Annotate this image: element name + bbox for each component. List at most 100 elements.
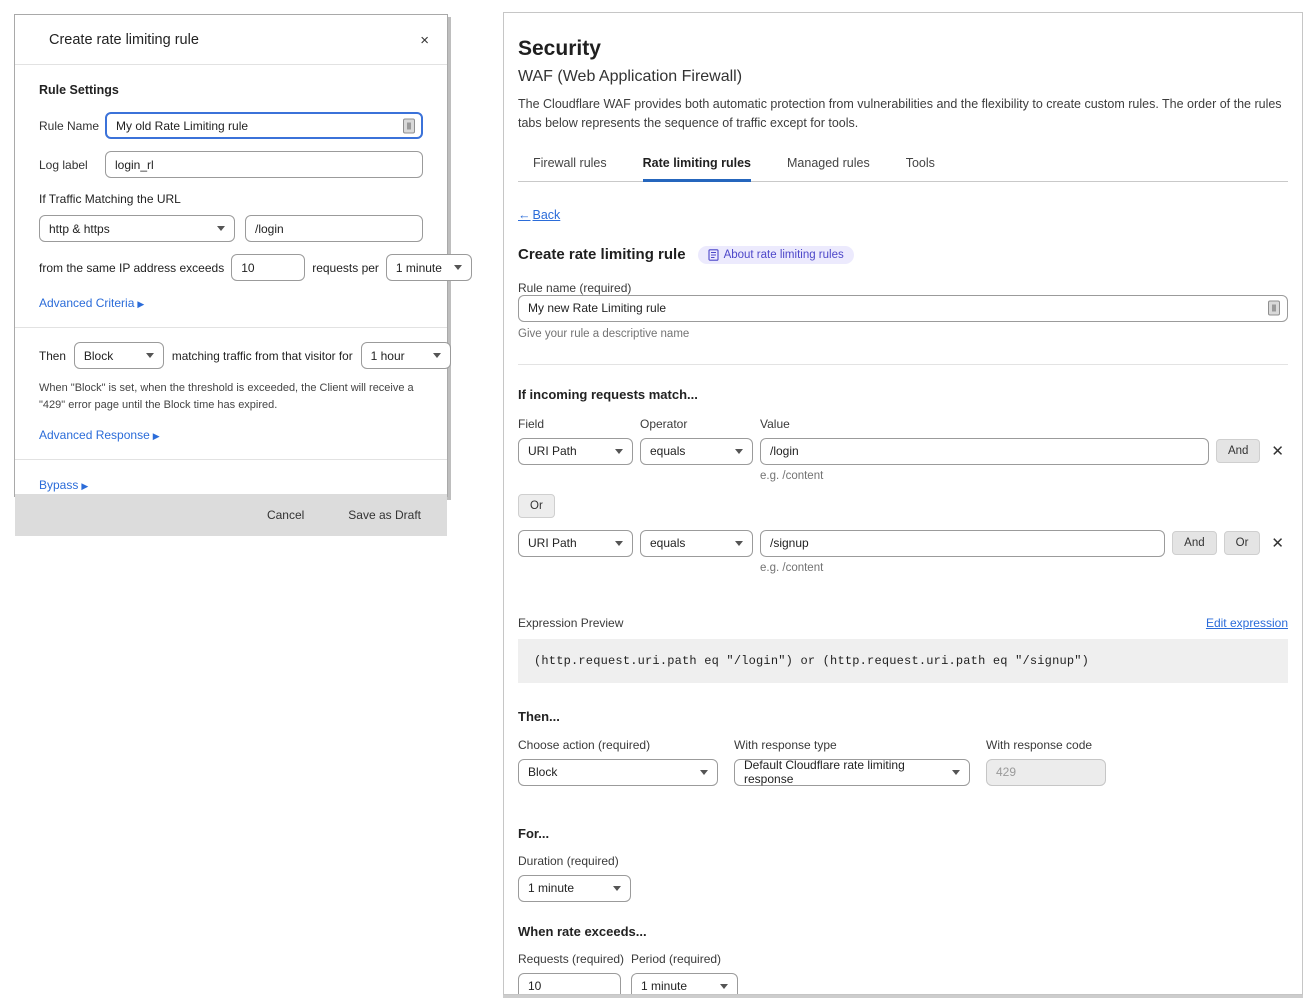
log-label-row: Log label bbox=[39, 151, 423, 178]
requests-input[interactable] bbox=[518, 973, 621, 995]
save-as-draft-button[interactable]: Save as Draft bbox=[348, 508, 421, 522]
action-select-value: Block bbox=[528, 765, 557, 779]
action-select[interactable]: Block bbox=[518, 759, 718, 786]
bypass-link[interactable]: Bypass▶ bbox=[39, 478, 88, 492]
condition-row: URI Path equals And ✕ bbox=[518, 438, 1288, 465]
document-icon bbox=[708, 249, 719, 261]
expand-right-icon: ▶ bbox=[137, 299, 144, 309]
block-note: When "Block" is set, when the threshold … bbox=[39, 380, 423, 413]
rule-settings-heading: Rule Settings bbox=[39, 83, 423, 97]
expand-right-icon: ▶ bbox=[81, 481, 88, 491]
about-badge-label: About rate limiting rules bbox=[724, 249, 844, 261]
operator-select[interactable]: equals bbox=[640, 438, 753, 465]
value-input[interactable] bbox=[760, 438, 1209, 465]
for-heading: For... bbox=[518, 826, 1288, 841]
duration-label: Duration (required) bbox=[518, 854, 1288, 868]
condition-row: URI Path equals And Or ✕ bbox=[518, 530, 1288, 557]
action-labels: Choose action (required) With response t… bbox=[518, 738, 1288, 752]
period-select[interactable]: 1 minute bbox=[631, 973, 738, 995]
advanced-response-link[interactable]: Advanced Response▶ bbox=[39, 428, 160, 442]
back-link[interactable]: ←Back bbox=[518, 208, 560, 222]
back-label: Back bbox=[533, 208, 561, 222]
chevron-down-icon bbox=[454, 265, 462, 270]
advanced-criteria-label: Advanced Criteria bbox=[39, 296, 134, 310]
value-hint: e.g. /content bbox=[760, 562, 1288, 574]
log-label-input[interactable] bbox=[105, 151, 423, 178]
and-button[interactable]: And bbox=[1216, 439, 1260, 463]
chevron-down-icon bbox=[615, 541, 623, 546]
value-hint: e.g. /content bbox=[760, 470, 1288, 482]
chevron-down-icon bbox=[952, 770, 960, 775]
rule-name-block: Rule name (required) Give your rule a de… bbox=[518, 281, 1288, 340]
scheme-select-value: http & https bbox=[49, 222, 110, 236]
divider bbox=[15, 327, 447, 328]
field-label: Field bbox=[518, 417, 640, 431]
block-duration-select[interactable]: 1 hour bbox=[361, 342, 451, 369]
tab-managed-rules[interactable]: Managed rules bbox=[787, 152, 870, 182]
or-button[interactable]: Or bbox=[518, 494, 555, 518]
threshold-mid-text: requests per bbox=[312, 261, 379, 275]
choose-action-label: Choose action (required) bbox=[518, 738, 734, 752]
threshold-sentence: from the same IP address exceeds request… bbox=[39, 254, 423, 281]
chevron-down-icon bbox=[146, 353, 154, 358]
field-select[interactable]: URI Path bbox=[518, 438, 633, 465]
page-subtitle: WAF (Web Application Firewall) bbox=[518, 68, 1288, 86]
remove-condition-icon[interactable]: ✕ bbox=[1267, 442, 1288, 460]
dialog-header: Create rate limiting rule × bbox=[15, 15, 447, 65]
page-description: The Cloudflare WAF provides both automat… bbox=[518, 95, 1288, 134]
dialog-body: Rule Settings Rule Name Log label If Tra… bbox=[15, 65, 447, 494]
dialog-title: Create rate limiting rule bbox=[49, 32, 199, 48]
period-select[interactable]: 1 minute bbox=[386, 254, 472, 281]
close-icon[interactable]: × bbox=[416, 32, 433, 49]
url-row: http & https bbox=[39, 215, 423, 242]
threshold-prefix-text: from the same IP address exceeds bbox=[39, 261, 224, 275]
field-select[interactable]: URI Path bbox=[518, 530, 633, 557]
response-type-select[interactable]: Default Cloudflare rate limiting respons… bbox=[734, 759, 970, 786]
expression-code: (http.request.uri.path eq "/login") or (… bbox=[518, 639, 1288, 683]
scheme-select[interactable]: http & https bbox=[39, 215, 235, 242]
rule-name-label: Rule name (required) bbox=[518, 281, 1288, 295]
autofill-icon bbox=[403, 118, 415, 133]
about-rate-limiting-badge[interactable]: About rate limiting rules bbox=[698, 246, 854, 264]
or-row-button[interactable]: Or bbox=[1224, 531, 1261, 555]
rule-name-helper: Give your rule a descriptive name bbox=[518, 328, 1288, 340]
back-arrow-icon: ← bbox=[518, 208, 531, 222]
rule-name-input[interactable] bbox=[105, 112, 423, 139]
cancel-button[interactable]: Cancel bbox=[267, 508, 304, 522]
chevron-down-icon bbox=[735, 449, 743, 454]
then-heading: Then... bbox=[518, 709, 1288, 724]
chevron-down-icon bbox=[217, 226, 225, 231]
edit-expression-link[interactable]: Edit expression bbox=[1206, 616, 1288, 630]
period-label: Period (required) bbox=[631, 952, 721, 966]
then-mid-text: matching traffic from that visitor for bbox=[172, 349, 353, 363]
create-rule-heading: Create rate limiting rule bbox=[518, 246, 686, 263]
field-select-value: URI Path bbox=[528, 536, 577, 550]
tab-firewall-rules[interactable]: Firewall rules bbox=[533, 152, 607, 182]
action-select-value: Block bbox=[84, 349, 113, 363]
remove-condition-icon[interactable]: ✕ bbox=[1267, 534, 1288, 552]
response-code-input bbox=[986, 759, 1106, 786]
advanced-criteria-link[interactable]: Advanced Criteria▶ bbox=[39, 296, 144, 310]
response-type-label: With response type bbox=[734, 738, 986, 752]
action-select[interactable]: Block bbox=[74, 342, 164, 369]
url-input[interactable] bbox=[245, 215, 423, 242]
tab-tools[interactable]: Tools bbox=[906, 152, 935, 182]
chevron-down-icon bbox=[615, 449, 623, 454]
period-select-value: 1 minute bbox=[396, 261, 442, 275]
then-row: Then Block matching traffic from that vi… bbox=[39, 342, 423, 369]
operator-label: Operator bbox=[640, 417, 760, 431]
autofill-icon bbox=[1268, 301, 1280, 316]
and-button[interactable]: And bbox=[1172, 531, 1216, 555]
rule-name-input[interactable] bbox=[518, 295, 1288, 322]
tab-rate-limiting-rules[interactable]: Rate limiting rules bbox=[643, 152, 751, 182]
divider bbox=[518, 364, 1288, 365]
threshold-input[interactable] bbox=[231, 254, 305, 281]
expand-right-icon: ▶ bbox=[153, 431, 160, 441]
rate-labels: Requests (required) Period (required) bbox=[518, 952, 1288, 966]
divider bbox=[15, 459, 447, 460]
duration-select[interactable]: 1 minute bbox=[518, 875, 631, 902]
value-input[interactable] bbox=[760, 530, 1165, 557]
log-label-label: Log label bbox=[39, 158, 105, 172]
operator-select[interactable]: equals bbox=[640, 530, 753, 557]
value-label: Value bbox=[760, 417, 790, 431]
